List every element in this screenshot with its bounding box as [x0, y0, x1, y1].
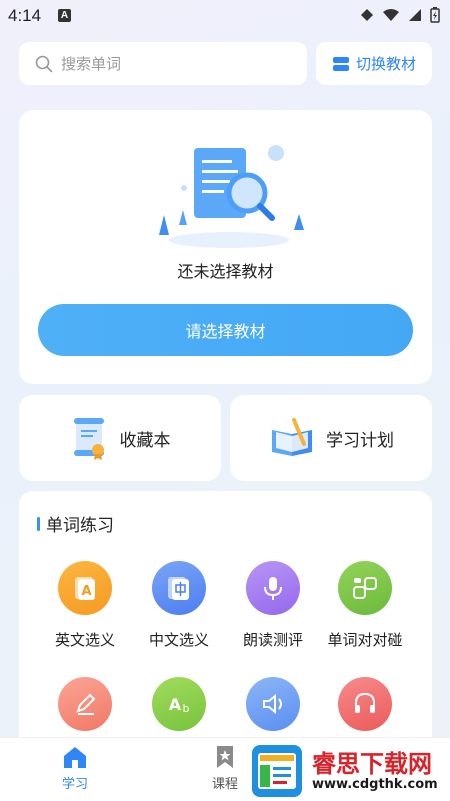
svg-text:b: b	[183, 702, 190, 715]
watermark-logo-icon	[252, 745, 302, 797]
word-match-label: 单词对对碰	[327, 631, 403, 649]
english-choice-label: 英文选义	[54, 631, 115, 649]
section-accent-bar	[37, 517, 40, 531]
status-time: 4:14	[8, 6, 42, 25]
study-plan-card[interactable]: 学习计划	[230, 395, 432, 481]
scroll-certificate-icon	[73, 418, 104, 460]
svg-text:A: A	[81, 584, 91, 599]
read-aloud-label: 朗读测评	[242, 631, 303, 649]
watermark-brand: 睿思下载网	[312, 749, 432, 778]
bookmark-icon	[217, 746, 233, 768]
signal-diamond-icon	[361, 9, 373, 21]
nav-item-study[interactable]: 学习	[35, 738, 115, 801]
status-icons	[360, 7, 440, 23]
letters-item[interactable]: Ab	[133, 677, 225, 731]
listening-item[interactable]	[227, 677, 319, 731]
spelling-item[interactable]	[39, 677, 131, 731]
empty-textbook-card: 还未选择教材 请选择教材	[19, 110, 432, 384]
nav-study-label: 学习	[61, 777, 88, 792]
open-book-pencil-icon	[272, 418, 312, 456]
watermark-url: www.cdgthk.com	[312, 776, 438, 792]
switch-icon	[332, 56, 349, 71]
search-input[interactable]: 搜索单词	[19, 42, 307, 85]
nav-course-label: 课程	[211, 777, 238, 792]
choose-textbook-button[interactable]: 请选择教材	[38, 304, 413, 356]
watermark: 睿思下载网 www.cdgthk.com	[248, 742, 448, 800]
microphone-icon	[246, 561, 300, 615]
read-aloud-item[interactable]: 朗读测评	[227, 561, 319, 650]
document-search-illustration-icon	[159, 145, 304, 248]
word-match-item[interactable]: 单词对对碰	[319, 561, 411, 650]
wifi-icon	[383, 9, 399, 21]
ab-letters-icon: Ab	[152, 677, 206, 731]
english-choice-item[interactable]: A 英文选义	[39, 561, 131, 650]
pencil-icon	[58, 677, 112, 731]
chinese-card-icon	[152, 561, 206, 615]
battery-icon	[430, 7, 440, 23]
favorites-label: 收藏本	[119, 430, 171, 451]
letter-a-card-icon: A	[58, 561, 112, 615]
notification-icon: A	[58, 9, 71, 22]
chinese-choice-item[interactable]: 中文选义	[133, 561, 225, 650]
status-bar: 4:14 A	[0, 0, 450, 32]
favorites-card[interactable]: 收藏本	[19, 395, 221, 481]
section-title: 单词练习	[46, 516, 114, 536]
search-icon	[35, 55, 53, 72]
home-icon	[64, 747, 86, 768]
speaker-icon	[246, 677, 300, 731]
headphones-icon	[338, 677, 392, 731]
svg-text:A: A	[169, 695, 182, 714]
empty-message: 还未选择教材	[177, 262, 274, 281]
switch-textbook-label: 切换教材	[355, 55, 416, 73]
chinese-choice-label: 中文选义	[148, 631, 209, 649]
cell-signal-icon	[409, 9, 421, 21]
switch-textbook-button[interactable]: 切换教材	[316, 42, 432, 85]
search-placeholder: 搜索单词	[61, 55, 122, 73]
study-plan-label: 学习计划	[326, 430, 394, 451]
match-blocks-icon	[338, 561, 392, 615]
audio-item[interactable]	[319, 677, 411, 731]
